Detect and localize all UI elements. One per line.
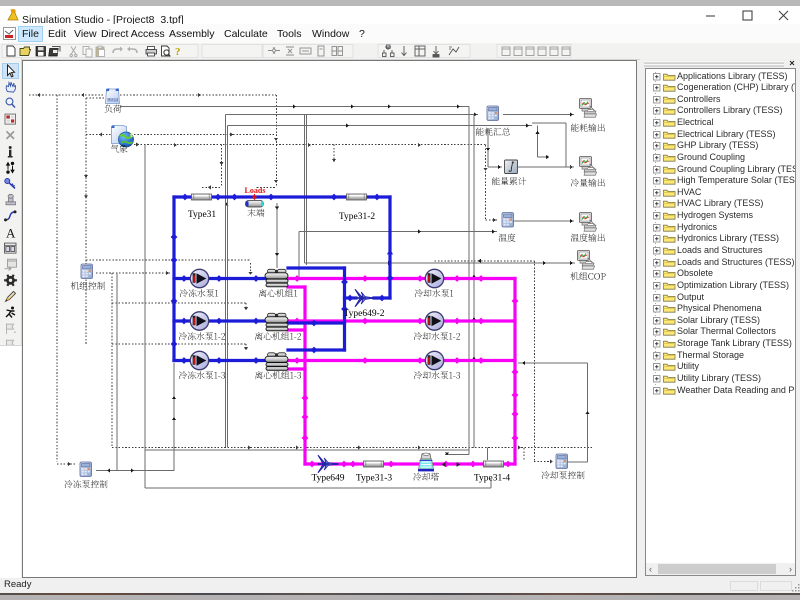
svg-text:Type31-2: Type31-2 bbox=[339, 212, 376, 222]
svg-text:Type31-4: Type31-4 bbox=[474, 474, 511, 484]
svg-text:Type31: Type31 bbox=[188, 210, 217, 220]
svg-text:Type649-2: Type649-2 bbox=[343, 309, 384, 319]
svg-text:Type649: Type649 bbox=[311, 474, 344, 484]
svg-text:Loads: Loads bbox=[245, 186, 266, 195]
svg-text:A: A bbox=[6, 226, 16, 241]
svg-text:Type31-3: Type31-3 bbox=[356, 474, 393, 484]
svg-text:?: ? bbox=[175, 46, 181, 58]
